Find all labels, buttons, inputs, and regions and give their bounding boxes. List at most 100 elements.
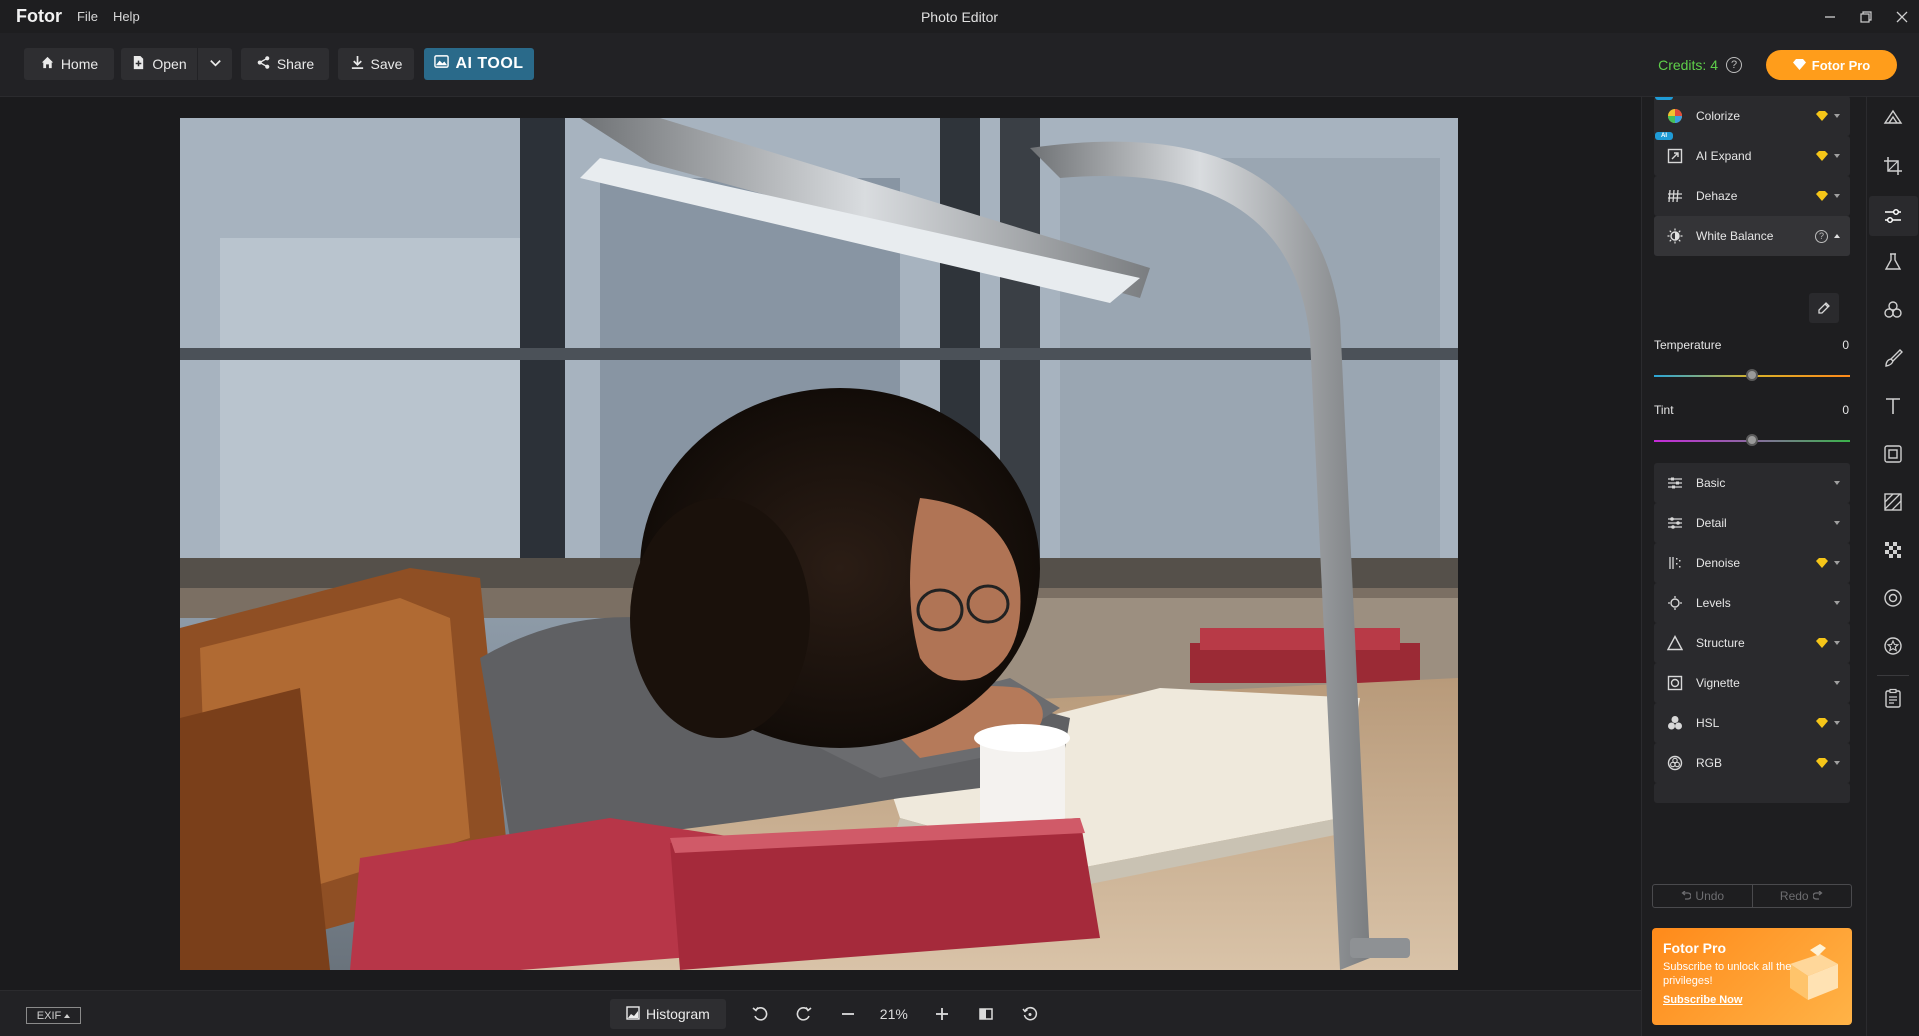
sticker-icon[interactable] bbox=[1880, 633, 1906, 659]
panel-item-hsl[interactable]: HSL bbox=[1654, 703, 1850, 743]
adjust-sliders-icon[interactable] bbox=[1880, 203, 1906, 229]
share-label: Share bbox=[276, 56, 315, 72]
fotor-pro-promo-card[interactable]: Fotor Pro Subscribe to unlock all the pr… bbox=[1652, 928, 1852, 1025]
open-dropdown-button[interactable] bbox=[198, 48, 232, 80]
hsl-label: HSL bbox=[1696, 716, 1720, 730]
diamond-icon bbox=[1792, 58, 1806, 73]
levels-icon bbox=[1666, 594, 1684, 612]
chevron-down-icon bbox=[1834, 681, 1840, 685]
restore-icon[interactable] bbox=[1859, 10, 1873, 24]
tint-label: Tint bbox=[1654, 403, 1674, 417]
compare-icon[interactable] bbox=[976, 1004, 996, 1024]
menu-help[interactable]: Help bbox=[113, 9, 140, 24]
clipboard-history-icon[interactable] bbox=[1880, 685, 1906, 711]
zoom-in-icon[interactable] bbox=[932, 1004, 952, 1024]
chevron-down-icon bbox=[1834, 481, 1840, 485]
frame-icon[interactable] bbox=[1880, 441, 1906, 467]
ai-tool-label: AI TOOL bbox=[455, 55, 524, 72]
panel-item-rgb[interactable]: RGB bbox=[1654, 743, 1850, 783]
save-label: Save bbox=[370, 56, 403, 72]
close-icon[interactable] bbox=[1895, 10, 1909, 24]
reset-icon[interactable] bbox=[1020, 1004, 1040, 1024]
mosaic-icon[interactable] bbox=[1880, 537, 1906, 563]
help-icon[interactable]: ? bbox=[1815, 229, 1828, 243]
zoom-out-icon[interactable] bbox=[838, 1004, 858, 1024]
tint-slider-handle[interactable] bbox=[1746, 434, 1758, 446]
undo-button[interactable]: Undo bbox=[1653, 885, 1753, 907]
fotor-pro-button[interactable]: Fotor Pro bbox=[1766, 50, 1897, 80]
eyedropper-button[interactable] bbox=[1809, 293, 1839, 323]
panel-item-levels[interactable]: Levels bbox=[1654, 583, 1850, 623]
panel-item-white-balance[interactable]: White Balance ? bbox=[1654, 216, 1850, 256]
credits-display: Credits: 4 ? bbox=[1658, 57, 1742, 73]
chevron-down-icon bbox=[1834, 154, 1840, 158]
chevron-down-icon bbox=[208, 55, 223, 73]
levels-label: Levels bbox=[1696, 596, 1731, 610]
texture-icon[interactable] bbox=[1880, 489, 1906, 515]
panel-item-structure[interactable]: Structure bbox=[1654, 623, 1850, 663]
dehaze-icon bbox=[1666, 187, 1684, 205]
hsl-icon bbox=[1666, 714, 1684, 732]
undo-label: Undo bbox=[1695, 889, 1725, 903]
panel-item-basic[interactable]: Basic bbox=[1654, 463, 1850, 503]
histogram-button[interactable]: Histogram bbox=[610, 999, 726, 1029]
redo-button[interactable]: Redo bbox=[1753, 885, 1852, 907]
chevron-down-icon bbox=[1834, 521, 1840, 525]
open-file-icon bbox=[131, 55, 146, 73]
rotate-left-icon[interactable] bbox=[750, 1004, 770, 1024]
vignette-icon bbox=[1666, 674, 1684, 692]
save-button[interactable]: Save bbox=[338, 48, 414, 80]
brush-icon[interactable] bbox=[1880, 345, 1906, 371]
detail-label: Detail bbox=[1696, 516, 1727, 530]
structure-label: Structure bbox=[1696, 636, 1745, 650]
chevron-down-icon bbox=[1834, 641, 1840, 645]
rail-divider bbox=[1877, 675, 1909, 676]
exif-label: EXIF bbox=[36, 1009, 62, 1022]
temperature-value: 0 bbox=[1842, 338, 1849, 352]
ai-tools-icon[interactable] bbox=[1880, 105, 1906, 131]
panel-item-denoise[interactable]: Denoise bbox=[1654, 543, 1850, 583]
panel-item-ai-expand[interactable]: AI AI Expand bbox=[1654, 132, 1850, 176]
home-label: Home bbox=[60, 56, 99, 72]
help-icon[interactable]: ? bbox=[1726, 57, 1742, 73]
white-balance-label: White Balance bbox=[1696, 229, 1774, 243]
ai-image-icon bbox=[434, 54, 450, 74]
white-balance-icon bbox=[1666, 227, 1684, 245]
main-toolbar: Home Open Share Save AI TOOL Credits: 4 … bbox=[0, 33, 1919, 97]
bottom-bar: EXIF Histogram 21% bbox=[0, 990, 1641, 1036]
chevron-down-icon bbox=[1834, 721, 1840, 725]
exif-toggle[interactable]: EXIF bbox=[26, 1007, 81, 1024]
title-bar: Fotor File Help Photo Editor bbox=[0, 0, 1919, 33]
redo-icon bbox=[1812, 889, 1824, 903]
crop-icon[interactable] bbox=[1880, 153, 1906, 179]
image-icon bbox=[626, 1005, 640, 1023]
open-label: Open bbox=[152, 56, 187, 72]
panel-item-partial[interactable] bbox=[1654, 783, 1850, 803]
panel-item-vignette[interactable]: Vignette bbox=[1654, 663, 1850, 703]
effects-flask-icon[interactable] bbox=[1880, 249, 1906, 275]
premium-diamond-icon bbox=[1816, 558, 1828, 568]
open-button[interactable]: Open bbox=[121, 48, 197, 80]
rotate-right-icon[interactable] bbox=[794, 1004, 814, 1024]
subscribe-now-link[interactable]: Subscribe Now bbox=[1663, 994, 1742, 1006]
lens-blur-icon[interactable] bbox=[1880, 585, 1906, 611]
ai-tool-button[interactable]: AI TOOL bbox=[424, 48, 534, 80]
beauty-circles-icon[interactable] bbox=[1880, 297, 1906, 323]
panel-item-dehaze[interactable]: Dehaze bbox=[1654, 176, 1850, 216]
minimize-icon[interactable] bbox=[1823, 10, 1837, 24]
share-button[interactable]: Share bbox=[241, 48, 329, 80]
text-icon[interactable] bbox=[1880, 393, 1906, 419]
photo-canvas[interactable] bbox=[180, 118, 1458, 970]
denoise-label: Denoise bbox=[1696, 556, 1741, 570]
panel-item-colorize[interactable]: AI Colorize bbox=[1654, 97, 1850, 136]
detail-icon bbox=[1666, 514, 1684, 532]
premium-diamond-icon bbox=[1816, 718, 1828, 728]
menu-file[interactable]: File bbox=[77, 9, 98, 24]
eyedropper-icon bbox=[1818, 302, 1830, 314]
panel-item-detail[interactable]: Detail bbox=[1654, 503, 1850, 543]
basic-label: Basic bbox=[1696, 476, 1726, 490]
temperature-slider-handle[interactable] bbox=[1746, 369, 1758, 381]
home-button[interactable]: Home bbox=[24, 48, 114, 80]
chevron-down-icon bbox=[1834, 601, 1840, 605]
premium-diamond-icon bbox=[1816, 111, 1828, 121]
